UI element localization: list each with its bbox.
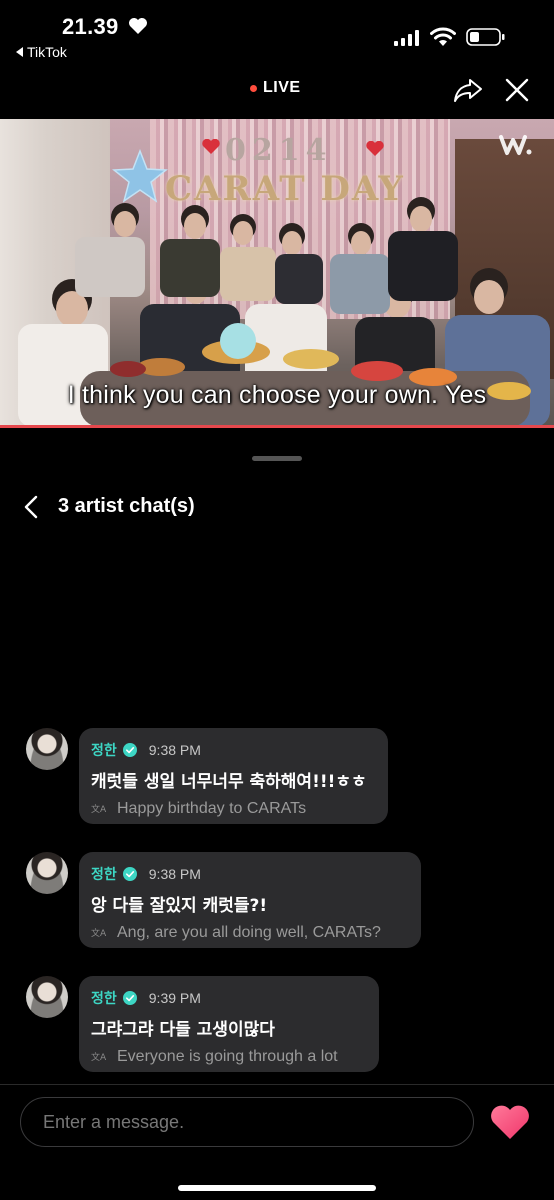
live-header: LIVE [0, 70, 554, 110]
home-indicator [178, 1185, 376, 1191]
message-time: 9:38 PM [148, 742, 201, 758]
sender-name: 정한 [91, 742, 117, 758]
back-app-label: TikTok [27, 44, 67, 60]
avatar[interactable] [26, 852, 68, 894]
live-video[interactable]: 0214 CARAT DAY I think you can choose yo… [0, 119, 554, 427]
sender-name: 정한 [91, 990, 117, 1006]
status-bar: 21.39 TikTok [0, 0, 554, 64]
avatar[interactable] [26, 728, 68, 770]
message-input-bar [0, 1084, 554, 1200]
message-translation: Ang, are you all doing well, CARATs? [117, 924, 381, 941]
message-text: 캐럿들 생일 너무너무 축하해여!!!ㅎㅎ [91, 772, 367, 792]
wifi-icon [430, 27, 456, 46]
live-dot-icon [250, 84, 257, 92]
message-time: 9:38 PM [148, 866, 201, 882]
signal-icon [394, 30, 419, 46]
live-label: LIVE [263, 79, 301, 96]
sender-name: 정한 [91, 866, 117, 882]
status-time: 21.39 [62, 14, 119, 39]
battery-icon [466, 28, 505, 46]
chat-title: 3 artist chat(s) [58, 495, 195, 517]
verified-badge-icon [122, 743, 137, 757]
svg-text:文A: 文A [91, 927, 107, 939]
video-progress-bar [0, 425, 554, 428]
message-bubble[interactable]: 정한 9:39 PM 그랴그랴 다들 고생이많다 文A Everyone is … [79, 976, 379, 1072]
translate-icon: 文A [91, 1051, 107, 1063]
verified-badge-icon [122, 867, 137, 881]
back-arrow-icon [16, 47, 23, 57]
live-indicator: LIVE [250, 79, 301, 97]
sheet-drag-handle[interactable] [252, 456, 302, 461]
translate-icon: 文A [91, 927, 107, 939]
heart-icon [129, 18, 147, 34]
video-subtitle: I think you can choose your own. Yes [67, 381, 487, 409]
svg-text:文A: 文A [91, 1051, 107, 1063]
back-to-app-link[interactable]: TikTok [16, 44, 67, 60]
message-text: 앙 다들 잘있지 캐럿들?! [91, 896, 268, 916]
message-input[interactable] [20, 1097, 474, 1147]
translate-icon: 文A [91, 803, 107, 815]
message-bubble[interactable]: 정한 9:38 PM 캐럿들 생일 너무너무 축하해여!!!ㅎㅎ 文A Happ… [79, 728, 388, 824]
verified-badge-icon [122, 991, 137, 1005]
message-text: 그랴그랴 다들 고생이많다 [91, 1020, 275, 1040]
svg-text:文A: 文A [91, 803, 107, 815]
avatar[interactable] [26, 976, 68, 1018]
heart-like-icon[interactable] [489, 1105, 531, 1141]
back-chevron-icon[interactable] [20, 494, 42, 520]
weverse-logo-icon [499, 135, 532, 155]
message-time: 9:39 PM [148, 990, 201, 1006]
message-bubble[interactable]: 정한 9:38 PM 앙 다들 잘있지 캐럿들?! 文A Ang, are yo… [79, 852, 421, 948]
chat-header: 3 artist chat(s) [0, 490, 554, 524]
share-icon[interactable] [452, 74, 484, 106]
message-translation: Everyone is going through a lot [117, 1048, 338, 1065]
close-icon[interactable] [503, 76, 531, 104]
message-translation: Happy birthday to CARATs [117, 800, 307, 817]
